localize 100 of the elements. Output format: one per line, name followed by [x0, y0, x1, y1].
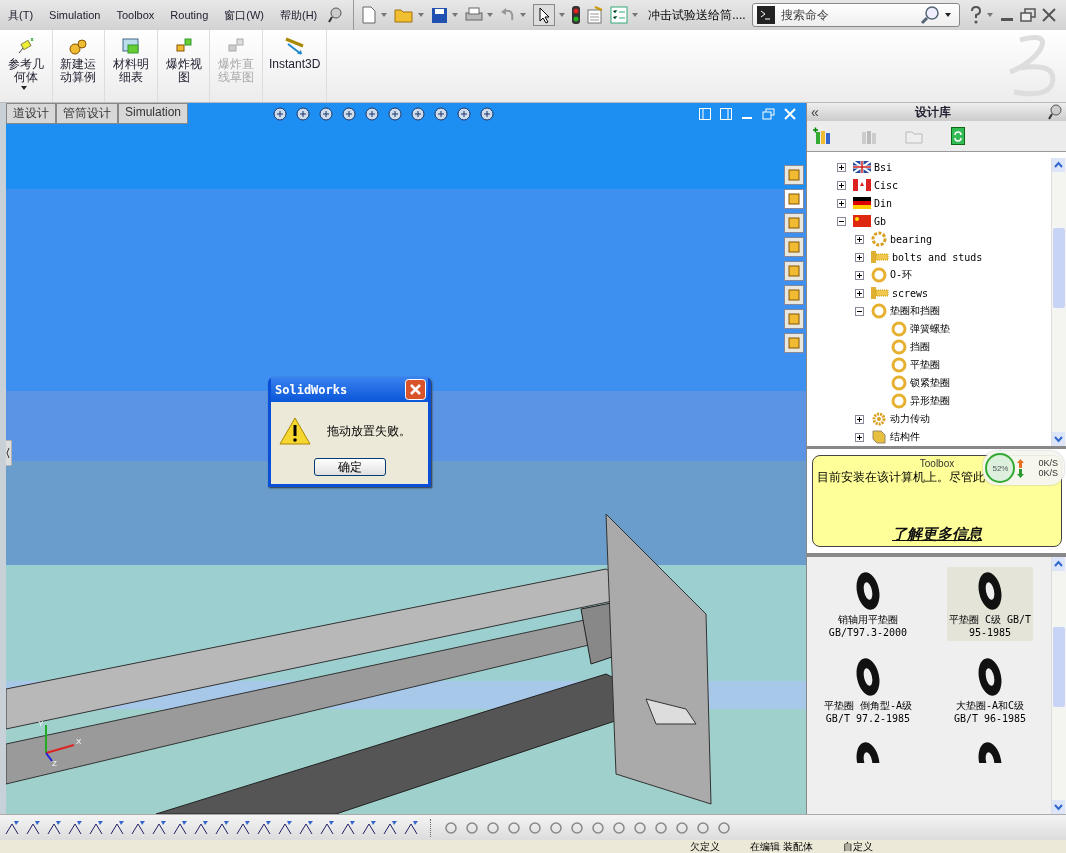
- learn-more-link[interactable]: 了解更多信息: [892, 525, 982, 544]
- tree-item[interactable]: 平垫圈: [910, 358, 940, 372]
- tree-item[interactable]: 异形垫圈: [910, 394, 950, 408]
- search-input[interactable]: 搜索命令: [778, 7, 916, 23]
- tree-item[interactable]: bolts and studs: [892, 251, 983, 263]
- sketch-relation-icon[interactable]: [506, 819, 522, 836]
- select-icon[interactable]: [533, 4, 556, 26]
- sketch-relation-icon[interactable]: [590, 819, 606, 836]
- tab[interactable]: 管筒设计: [56, 103, 118, 124]
- tree-item[interactable]: 动力传动: [890, 412, 930, 426]
- tree-item[interactable]: O-环: [890, 268, 913, 282]
- tree-item[interactable]: Din: [874, 197, 893, 209]
- tree-item[interactable]: 结构件: [890, 430, 920, 444]
- scene-icon[interactable]: [456, 106, 473, 122]
- collapse-button[interactable]: «: [811, 104, 819, 120]
- sketch-tool-icon[interactable]: [319, 819, 335, 836]
- part-item[interactable]: 大垫圈-A和C级 GB/T 96-1985: [951, 653, 1029, 727]
- sketch-tool-icon[interactable]: [277, 819, 293, 836]
- tree-item[interactable]: Bsi: [874, 161, 893, 173]
- sketch-relation-icon[interactable]: [653, 819, 669, 836]
- printer-icon[interactable]: [465, 7, 484, 23]
- sketch-tool-icon[interactable]: [193, 819, 209, 836]
- tree-item[interactable]: 锁紧垫圈: [910, 376, 950, 390]
- sketch-tool-icon[interactable]: [130, 819, 146, 836]
- tree-item[interactable]: bearing: [890, 233, 933, 245]
- refresh-icon[interactable]: [951, 127, 965, 145]
- options-icon[interactable]: [586, 6, 605, 24]
- sketch-tool-icon[interactable]: [403, 819, 419, 836]
- ribbon-button[interactable]: Instant3D: [264, 32, 325, 100]
- sketch-relation-icon[interactable]: [485, 819, 501, 836]
- scroll-down-icon[interactable]: [1052, 432, 1065, 446]
- tree-item[interactable]: 弹簧螺垫: [910, 322, 950, 336]
- sketch-tool-icon[interactable]: [361, 819, 377, 836]
- sketch-relation-icon[interactable]: [569, 819, 585, 836]
- tree-item[interactable]: 挡圈: [910, 340, 930, 354]
- sketch-tool-icon[interactable]: [214, 819, 230, 836]
- zoom-fit-icon[interactable]: [272, 106, 289, 122]
- sketch-tool-icon[interactable]: [382, 819, 398, 836]
- checklist-icon[interactable]: [610, 6, 629, 24]
- restore-icon[interactable]: [1019, 8, 1036, 22]
- zoom-area-icon[interactable]: [295, 106, 312, 122]
- sketch-relation-icon[interactable]: [695, 819, 711, 836]
- ribbon-button[interactable]: 材料明细表: [107, 32, 155, 100]
- sketch-relation-icon[interactable]: [611, 819, 627, 836]
- sketch-tool-icon[interactable]: [4, 819, 20, 836]
- sketch-tool-icon[interactable]: [340, 819, 356, 836]
- view-settings-icon[interactable]: [479, 106, 496, 122]
- task-icon[interactable]: [784, 333, 804, 353]
- split-left-icon[interactable]: [699, 108, 711, 120]
- sketch-tool-icon[interactable]: [25, 819, 41, 836]
- menu-item[interactable]: 窗口(W): [216, 7, 272, 23]
- custom-props-icon[interactable]: [784, 309, 804, 329]
- scroll-thumb[interactable]: [1053, 627, 1065, 707]
- add-library-icon[interactable]: [813, 127, 831, 145]
- home-icon[interactable]: [784, 165, 804, 185]
- sketch-relation-icon[interactable]: [632, 819, 648, 836]
- pan-icon[interactable]: [318, 106, 335, 122]
- save-icon[interactable]: [431, 6, 449, 24]
- restore-icon[interactable]: [762, 108, 775, 120]
- sketch-relation-icon[interactable]: [527, 819, 543, 836]
- sketch-tool-icon[interactable]: [235, 819, 251, 836]
- ribbon-button[interactable]: 新建运动算例: [54, 32, 103, 100]
- sketch-tool-icon[interactable]: [109, 819, 125, 836]
- scrollbar[interactable]: [1051, 557, 1066, 814]
- sketch-relation-icon[interactable]: [464, 819, 480, 836]
- part-item[interactable]: 销轴用平垫圈 GB/T97.3-2000: [826, 567, 910, 641]
- caret-icon[interactable]: [21, 86, 28, 90]
- menu-item[interactable]: 帮助(H): [271, 7, 326, 23]
- scroll-down-icon[interactable]: [1052, 800, 1065, 814]
- library-icon[interactable]: [784, 189, 804, 209]
- scrollbar[interactable]: [1051, 158, 1066, 446]
- sketch-tool-icon[interactable]: [172, 819, 188, 836]
- close-icon[interactable]: [1041, 8, 1056, 22]
- menu-item[interactable]: Toolbox: [108, 9, 163, 21]
- section-view-icon[interactable]: [341, 106, 358, 122]
- search-icon[interactable]: [919, 5, 940, 25]
- sketch-tool-icon[interactable]: [46, 819, 62, 836]
- menu-item[interactable]: Routing: [162, 9, 217, 21]
- tree-item[interactable]: Cisc: [874, 179, 899, 191]
- document-icon[interactable]: [784, 285, 804, 305]
- part-item[interactable]: 平垫圈 C级 GB/T 95-1985: [946, 567, 1034, 641]
- ribbon-button[interactable]: 参考几何体: [2, 32, 50, 100]
- search-field[interactable]: 搜索命令: [751, 3, 960, 27]
- sketch-relation-icon[interactable]: [674, 819, 690, 836]
- tab[interactable]: 道设计: [6, 103, 56, 124]
- help-icon[interactable]: [968, 6, 983, 24]
- ok-button[interactable]: 确定: [313, 458, 386, 476]
- view-orient-icon[interactable]: [364, 106, 381, 122]
- view-palette-icon[interactable]: [784, 237, 804, 257]
- sketch-relation-icon[interactable]: [548, 819, 564, 836]
- part-item[interactable]: 平垫圈 倒角型-A级 GB/T 97.2-1985: [821, 653, 915, 727]
- menu-item[interactable]: Simulation: [41, 9, 109, 21]
- tree-item[interactable]: 垫圈和挡圈: [890, 304, 940, 318]
- folder-icon[interactable]: [784, 213, 804, 233]
- sketch-relation-icon[interactable]: [443, 819, 459, 836]
- appearance-icon[interactable]: [784, 261, 804, 281]
- caret-icon[interactable]: [944, 13, 951, 17]
- scroll-thumb[interactable]: [1053, 228, 1065, 308]
- traffic-light-icon[interactable]: [572, 6, 581, 24]
- sketch-tool-icon[interactable]: [151, 819, 167, 836]
